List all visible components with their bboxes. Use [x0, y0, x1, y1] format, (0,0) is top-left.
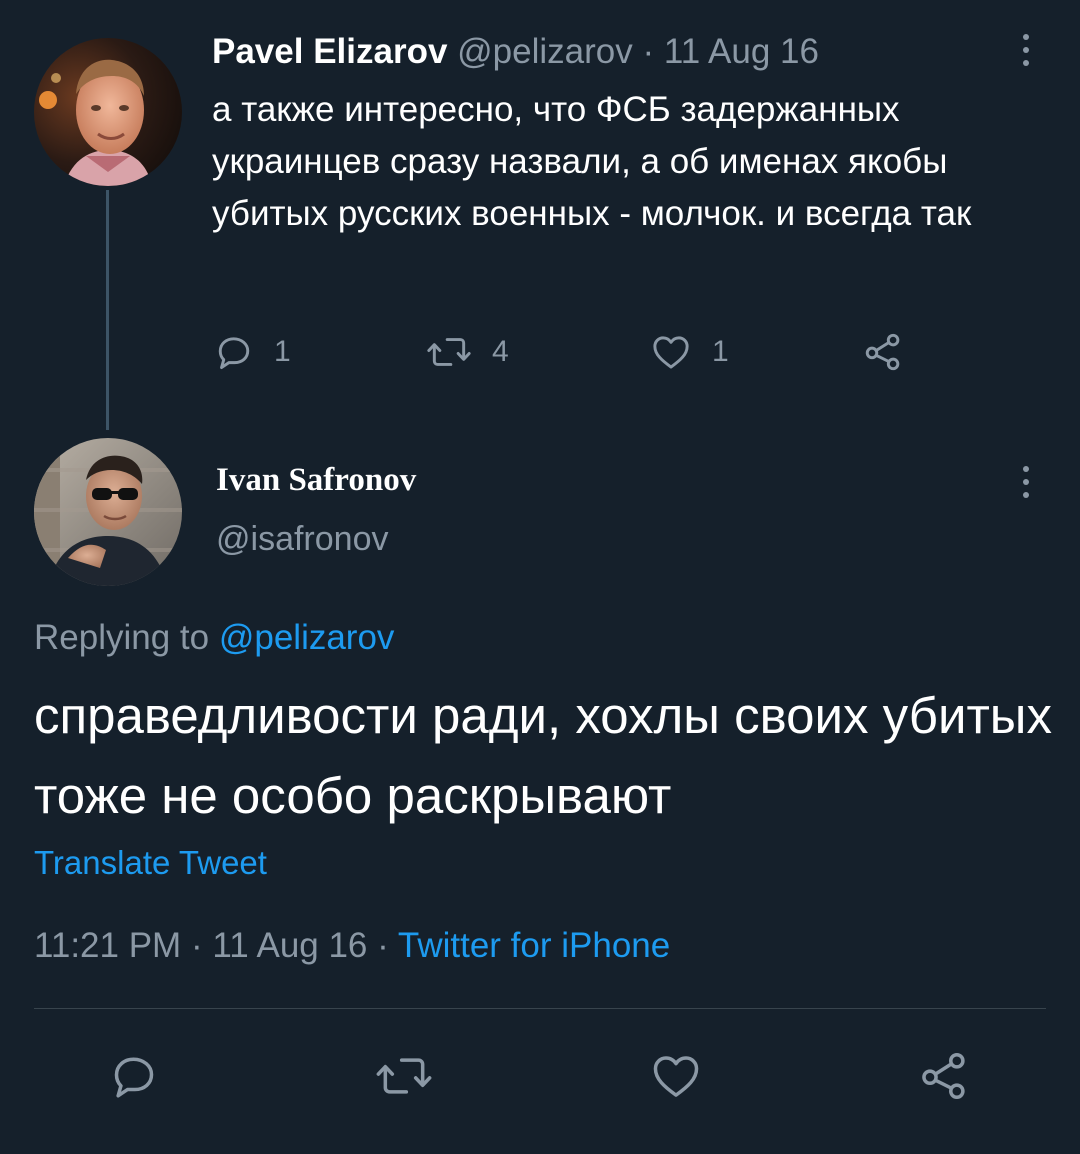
translate-tweet-link[interactable]: Translate Tweet	[34, 844, 267, 882]
tweet-date[interactable]: 11 Aug 16	[212, 926, 367, 965]
avatar-pavel-elizarov[interactable]	[34, 38, 182, 186]
share-button[interactable]	[914, 1048, 974, 1104]
retweet-button[interactable]	[370, 1048, 438, 1104]
avatar-ivan-safronov[interactable]	[34, 438, 182, 586]
reply-author-handle[interactable]: @isafronov	[216, 520, 388, 559]
reply-more-options-icon[interactable]	[1016, 466, 1036, 498]
parent-more-options-icon[interactable]	[1016, 34, 1036, 66]
parent-tweet-header: Pavel Elizarov @pelizarov · 11 Aug 16	[212, 30, 819, 74]
thread-connector-line	[106, 190, 109, 430]
parent-author-handle[interactable]: @pelizarov	[457, 32, 633, 71]
replying-to-label: Replying to	[34, 618, 219, 657]
reply-author-name[interactable]: Ivan Safronov	[216, 462, 416, 499]
action-bar-divider	[34, 1008, 1046, 1009]
reply-button[interactable]	[104, 1048, 164, 1104]
replying-to-line: Replying to @pelizarov	[34, 618, 394, 658]
share-icon	[922, 1053, 965, 1099]
parent-tweet-actions: 1 4 1	[212, 330, 932, 374]
parent-meta-separator: ·	[642, 32, 655, 71]
parent-retweet-button[interactable]: 4	[424, 330, 509, 374]
parent-share-button[interactable]	[860, 330, 906, 374]
parent-author-name[interactable]: Pavel Elizarov	[212, 32, 447, 71]
tweet-time[interactable]: 11:21 PM	[34, 926, 181, 965]
like-button[interactable]	[646, 1048, 706, 1104]
tweet-source-link[interactable]: Twitter for iPhone	[398, 926, 670, 965]
share-icon	[865, 333, 900, 371]
timestamp-separator: ·	[190, 926, 203, 965]
parent-reply-button[interactable]: 1	[212, 330, 291, 374]
parent-like-count: 1	[712, 335, 729, 368]
parent-tweet-text: а также интересно, что ФСБ задержанных у…	[212, 90, 972, 233]
retweet-icon	[427, 338, 471, 366]
reply-bubble-icon	[114, 1057, 154, 1098]
retweet-icon	[376, 1058, 432, 1094]
replying-to-handle-link[interactable]: @pelizarov	[219, 618, 395, 657]
parent-reply-count: 1	[274, 335, 291, 368]
tweet-timestamp-row: 11:21 PM · 11 Aug 16 · Twitter for iPhon…	[34, 926, 670, 966]
heart-icon	[653, 1056, 699, 1097]
parent-retweet-count: 4	[492, 335, 509, 368]
parent-tweet-date[interactable]: 11 Aug 16	[664, 32, 819, 71]
timestamp-separator: ·	[377, 926, 389, 965]
reply-tweet-text: справедливости ради, хохлы своих убитых …	[34, 687, 1052, 824]
reply-bubble-icon	[218, 337, 250, 370]
parent-like-button[interactable]: 1	[648, 330, 729, 374]
heart-icon	[653, 336, 689, 369]
